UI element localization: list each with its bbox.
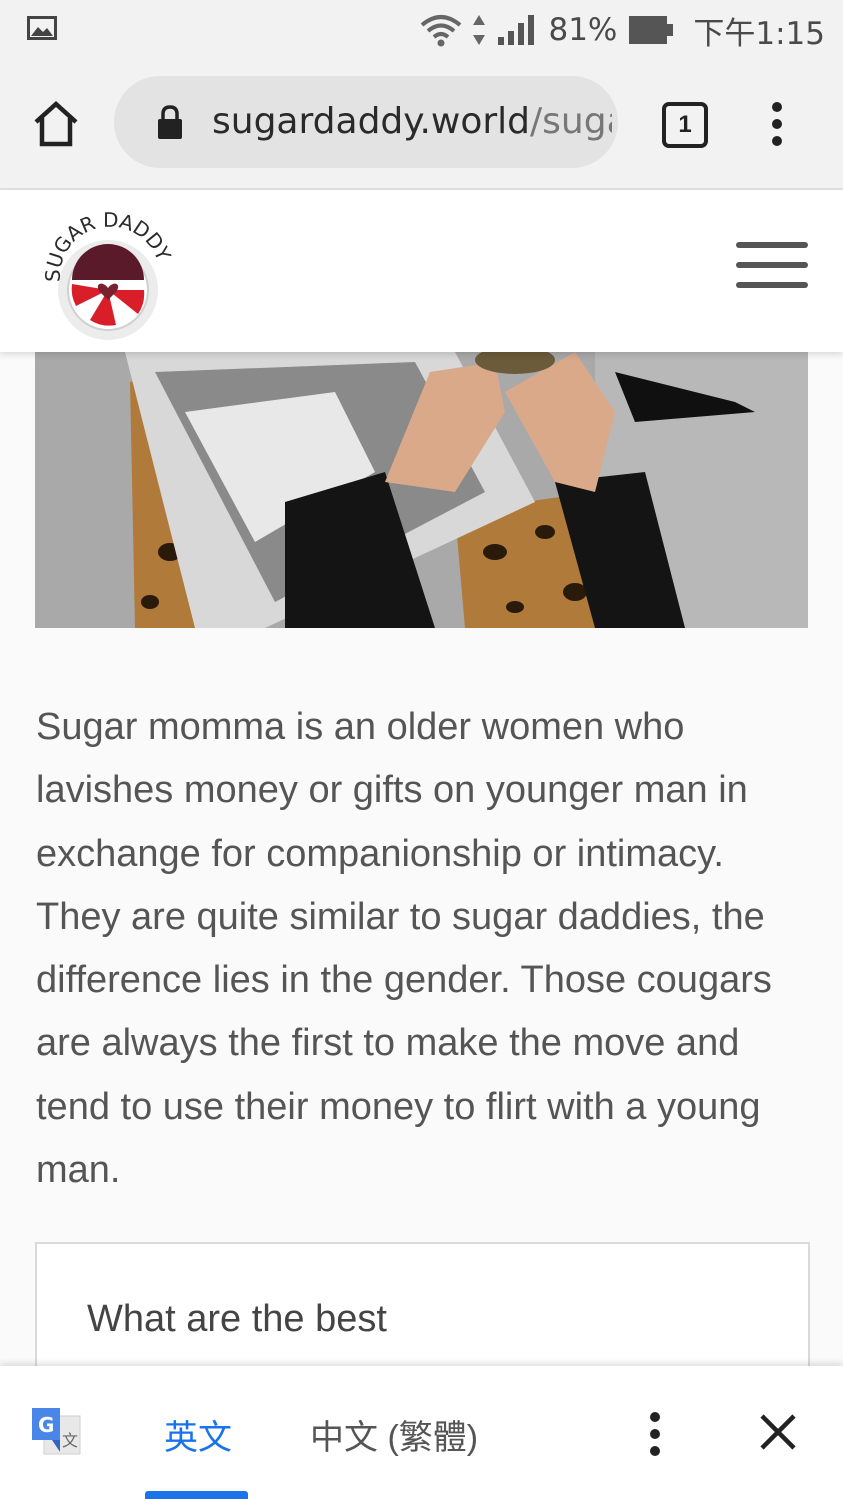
site-header: SUGAR DADDY bbox=[0, 190, 843, 352]
tab-target-language[interactable]: 中文 (繁體) bbox=[310, 1410, 478, 1459]
tab-switcher-icon[interactable]: 1 bbox=[662, 102, 708, 148]
wifi-icon bbox=[421, 15, 462, 47]
lock-icon[interactable] bbox=[156, 104, 184, 140]
hamburger-menu-icon[interactable] bbox=[736, 242, 808, 290]
home-icon[interactable] bbox=[30, 98, 82, 150]
signal-icon bbox=[498, 15, 535, 45]
google-translate-icon[interactable]: G 文 bbox=[30, 1406, 84, 1460]
toc-title[interactable]: What are the best bbox=[87, 1298, 387, 1341]
status-bar: 81% 下午1:15 bbox=[0, 0, 843, 62]
photo-icon bbox=[27, 16, 57, 40]
close-icon[interactable] bbox=[756, 1410, 800, 1454]
address-bar[interactable]: sugardaddy.world/suga bbox=[114, 76, 618, 168]
tab-source-language[interactable]: 英文 bbox=[164, 1410, 232, 1459]
table-of-contents: What are the best bbox=[35, 1242, 810, 1368]
site-logo[interactable]: SUGAR DADDY bbox=[42, 210, 172, 340]
more-options-icon[interactable] bbox=[640, 1408, 670, 1460]
battery-percent: 81% bbox=[548, 12, 618, 48]
overflow-menu-icon[interactable] bbox=[762, 98, 792, 150]
translate-bar: G 文 英文 中文 (繁體) bbox=[0, 1366, 843, 1499]
article-content: Sugar momma is an older women who lavish… bbox=[0, 352, 843, 1368]
svg-text:G: G bbox=[38, 1413, 54, 1437]
browser-toolbar: sugardaddy.world/suga 1 bbox=[0, 62, 843, 190]
svg-text:文: 文 bbox=[62, 1431, 78, 1450]
active-tab-indicator bbox=[145, 1491, 248, 1499]
clock: 下午1:15 bbox=[693, 15, 825, 52]
url-path: /suga bbox=[530, 101, 612, 142]
url-text[interactable]: sugardaddy.world/suga bbox=[212, 98, 612, 146]
article-paragraph: Sugar momma is an older women who lavish… bbox=[36, 706, 772, 1192]
data-arrows-icon bbox=[473, 15, 486, 45]
url-domain: sugardaddy.world bbox=[212, 101, 531, 142]
hero-image bbox=[35, 352, 808, 628]
battery-icon bbox=[629, 16, 674, 44]
